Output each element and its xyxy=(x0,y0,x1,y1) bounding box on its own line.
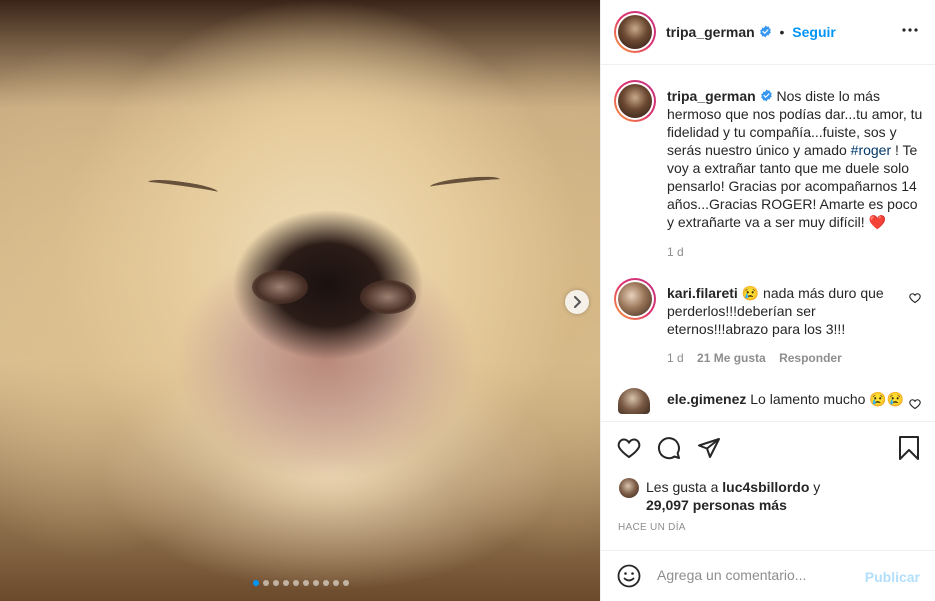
carousel-dot xyxy=(273,580,279,586)
comment-username[interactable]: ele.gimenez xyxy=(667,391,746,407)
avatar[interactable] xyxy=(614,11,656,53)
smiley-icon xyxy=(617,564,641,588)
comment-timestamp[interactable]: 1 d xyxy=(667,351,684,365)
photo-detail xyxy=(252,270,308,304)
post-header: tripa_german • Seguir xyxy=(601,0,935,65)
share-icon xyxy=(698,438,720,458)
add-comment-form: Publicar xyxy=(601,550,935,601)
likes-prefix: Les gusta a xyxy=(646,479,723,495)
comment-input[interactable] xyxy=(657,567,857,583)
liker-avatar[interactable] xyxy=(619,478,639,498)
like-comment-button[interactable] xyxy=(909,397,921,413)
heart-outline-icon xyxy=(909,293,921,304)
likes-count[interactable]: 29,097 personas más xyxy=(646,497,787,513)
comment-meta: 1 d 21 Me gusta Responder xyxy=(667,351,842,365)
carousel-dot xyxy=(343,580,349,586)
comment-username[interactable]: kari.filareti xyxy=(667,285,738,301)
heart-outline-icon xyxy=(909,399,921,410)
photo-detail xyxy=(147,177,219,197)
carousel-dot xyxy=(323,580,329,586)
post-author-username[interactable]: tripa_german xyxy=(666,24,755,40)
likes-summary: Les gusta a luc4sbillordo y 29,097 perso… xyxy=(646,478,820,514)
comment-text: Lo lamento mucho 😢😢 xyxy=(750,391,905,407)
comment-likes-count[interactable]: 21 Me gusta xyxy=(697,351,766,365)
carousel-dot xyxy=(333,580,339,586)
post-photo[interactable] xyxy=(0,0,600,601)
red-heart-emoji: ❤️ xyxy=(868,214,886,230)
like-button[interactable] xyxy=(617,436,641,463)
hashtag-link[interactable]: #roger xyxy=(851,142,891,158)
share-button[interactable] xyxy=(697,436,721,463)
reply-button[interactable]: Responder xyxy=(779,351,842,365)
comment-item: ele.gimenez Lo lamento mucho 😢😢 xyxy=(667,390,917,408)
comment-item: kari.filareti 😢 nada más duro que perder… xyxy=(667,284,907,338)
follow-button[interactable]: Seguir xyxy=(792,24,836,40)
comment-button[interactable] xyxy=(657,436,681,463)
like-comment-button[interactable] xyxy=(909,291,921,307)
carousel-dot xyxy=(293,580,299,586)
photo-detail xyxy=(360,280,416,314)
bookmark-icon xyxy=(899,436,919,460)
chevron-right-icon xyxy=(574,296,581,308)
comment-icon xyxy=(658,437,680,460)
carousel-dot xyxy=(303,580,309,586)
more-icon xyxy=(902,28,918,32)
verified-badge-icon xyxy=(760,89,772,102)
likes-suffix: y xyxy=(809,479,821,495)
carousel-dot xyxy=(283,580,289,586)
post-sidebar: tripa_german • Seguir tripa_german Nos d… xyxy=(600,0,935,601)
save-button[interactable] xyxy=(898,436,920,463)
carousel-dot xyxy=(313,580,319,586)
caption-avatar[interactable] xyxy=(614,80,656,122)
carousel-next-button[interactable] xyxy=(565,290,589,314)
post-caption: tripa_german Nos diste lo más hermoso qu… xyxy=(667,87,927,231)
post-actions: Les gusta a luc4sbillordo y 29,097 perso… xyxy=(601,421,935,551)
verified-badge-icon xyxy=(759,25,771,38)
comment-avatar[interactable] xyxy=(614,278,656,320)
post-time-ago[interactable]: HACE UN DÍA xyxy=(618,522,686,533)
publish-button[interactable]: Publicar xyxy=(865,569,920,585)
liker-username[interactable]: luc4sbillordo xyxy=(722,479,809,495)
caption-username[interactable]: tripa_german xyxy=(667,88,756,104)
carousel-indicator xyxy=(253,580,349,586)
caption-timestamp[interactable]: 1 d xyxy=(667,245,684,259)
more-options-button[interactable] xyxy=(902,22,918,41)
comment-avatar[interactable] xyxy=(618,388,650,414)
separator-dot: • xyxy=(779,24,785,40)
carousel-dot xyxy=(253,580,259,586)
photo-detail xyxy=(429,174,501,192)
carousel-dot xyxy=(263,580,269,586)
emoji-button[interactable] xyxy=(617,564,641,591)
heart-icon xyxy=(617,438,641,459)
